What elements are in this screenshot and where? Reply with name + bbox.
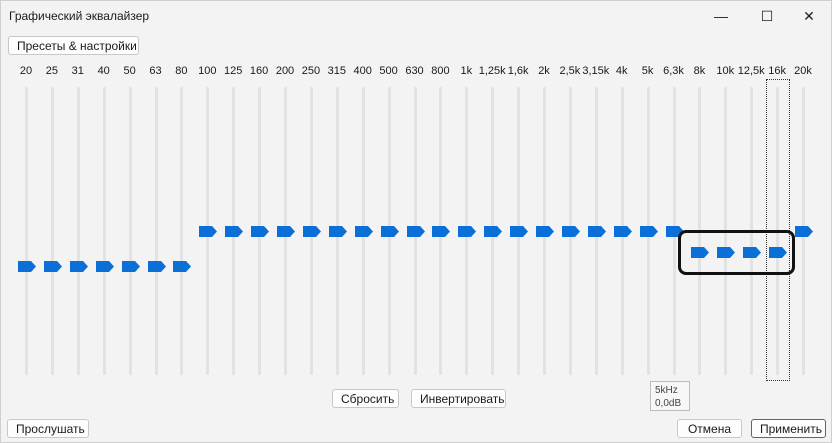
band-label: 3,15k bbox=[582, 65, 610, 77]
tooltip-frequency: 5kHz bbox=[655, 385, 678, 396]
band-label: 6,3k bbox=[663, 65, 684, 77]
band-label: 1,25k bbox=[478, 65, 506, 77]
band-slider-thumb[interactable] bbox=[432, 226, 451, 237]
band-slider-thumb[interactable] bbox=[69, 261, 88, 272]
band-slider-thumb[interactable] bbox=[795, 226, 813, 237]
band-slider-thumb[interactable] bbox=[587, 226, 606, 237]
band-slider-thumb[interactable] bbox=[484, 226, 503, 237]
band-slider-track[interactable] bbox=[154, 87, 158, 375]
band-slider-thumb[interactable] bbox=[302, 226, 321, 237]
band-slider-thumb[interactable] bbox=[251, 226, 270, 237]
band-slider-track[interactable] bbox=[102, 87, 106, 375]
band-slider-thumb[interactable] bbox=[147, 261, 166, 272]
band-label: 100 bbox=[198, 65, 217, 77]
title-bar: Графический эквалайзер — ☐ ✕ bbox=[1, 1, 831, 31]
band-tooltip: 5kHz 0,0dB bbox=[650, 381, 690, 411]
invert-button[interactable]: Инвертировать bbox=[411, 389, 506, 408]
band-label: 250 bbox=[301, 65, 321, 77]
band-label: 315 bbox=[327, 65, 346, 77]
band-label: 800 bbox=[431, 65, 450, 77]
band-slider-thumb[interactable] bbox=[406, 226, 425, 237]
listen-button[interactable]: Прослушать bbox=[7, 419, 89, 438]
band-label: 630 bbox=[405, 65, 424, 77]
band-slider-thumb[interactable] bbox=[380, 226, 399, 237]
band-slider-track[interactable] bbox=[25, 87, 28, 375]
band-slider-track[interactable] bbox=[76, 87, 80, 375]
band-label: 80 bbox=[175, 65, 188, 77]
apply-button[interactable]: Применить bbox=[751, 419, 826, 438]
band-label: 31 bbox=[71, 65, 84, 77]
band-slider-thumb[interactable] bbox=[458, 226, 477, 237]
band-label: 8k bbox=[693, 65, 706, 77]
band-label: 1k bbox=[460, 65, 473, 77]
band-label: 63 bbox=[149, 65, 162, 77]
maximize-button[interactable]: ☐ bbox=[744, 1, 790, 31]
band-label: 125 bbox=[224, 65, 243, 77]
presets-settings-button[interactable]: Пресеты & настройки bbox=[8, 36, 139, 55]
band-slider-track[interactable] bbox=[180, 87, 184, 375]
band-label: 2k bbox=[538, 65, 550, 77]
band-label: 400 bbox=[353, 65, 372, 77]
band-slider-thumb[interactable] bbox=[121, 261, 140, 272]
band-slider-thumb[interactable] bbox=[43, 261, 62, 272]
band-slider-thumb[interactable] bbox=[561, 226, 580, 237]
band-label: 20k bbox=[794, 65, 812, 77]
band-label: 160 bbox=[249, 65, 269, 77]
band-label: 10k bbox=[716, 65, 735, 77]
band-label: 20 bbox=[19, 65, 33, 77]
band-slider-thumb[interactable] bbox=[225, 226, 244, 237]
band-slider-track[interactable] bbox=[50, 87, 54, 375]
band-label: 500 bbox=[379, 65, 398, 77]
band-label: 12,5k bbox=[737, 65, 765, 77]
band-slider-thumb[interactable] bbox=[613, 226, 632, 237]
band-slider-thumb[interactable] bbox=[173, 261, 192, 272]
tooltip-gain: 0,0dB bbox=[655, 398, 682, 409]
window-title: Графический эквалайзер bbox=[9, 9, 150, 23]
band-label: 40 bbox=[97, 65, 110, 77]
highlight-frame bbox=[678, 230, 795, 275]
band-label: 50 bbox=[123, 65, 136, 77]
equalizer-window: Графический эквалайзер — ☐ ✕ Пресеты & н… bbox=[0, 0, 832, 443]
band-slider-track[interactable] bbox=[128, 87, 132, 375]
reset-button[interactable]: Сбросить bbox=[332, 389, 399, 408]
cancel-button[interactable]: Отмена bbox=[677, 419, 742, 438]
band-slider-thumb[interactable] bbox=[199, 226, 218, 237]
band-slider-thumb[interactable] bbox=[354, 226, 373, 237]
band-label: 25 bbox=[45, 65, 59, 77]
band-label: 4k bbox=[615, 65, 628, 77]
minimize-button[interactable]: — bbox=[698, 1, 744, 31]
band-label: 1,6k bbox=[507, 65, 529, 77]
band-label: 5k bbox=[641, 65, 654, 77]
band-slider-thumb[interactable] bbox=[536, 226, 554, 237]
band-slider-thumb[interactable] bbox=[95, 261, 114, 272]
band-slider-thumb[interactable] bbox=[328, 226, 347, 237]
band-slider-thumb[interactable] bbox=[510, 226, 529, 237]
band-label: 16k bbox=[768, 65, 786, 77]
band-slider-thumb[interactable] bbox=[18, 261, 36, 272]
band-slider-thumb[interactable] bbox=[639, 226, 658, 237]
close-button[interactable]: ✕ bbox=[786, 1, 832, 31]
band-label: 2,5k bbox=[559, 65, 581, 77]
band-label: 200 bbox=[275, 65, 295, 77]
band-slider-thumb[interactable] bbox=[277, 226, 295, 237]
